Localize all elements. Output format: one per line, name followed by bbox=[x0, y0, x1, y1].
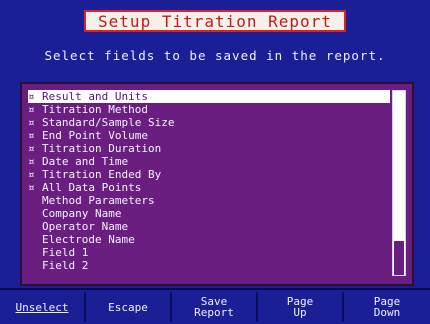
field-label: Result and Units bbox=[42, 90, 148, 103]
field-label: Electrode Name bbox=[42, 233, 135, 246]
field-label: Date and Time bbox=[42, 155, 129, 168]
scrollbar-thumb[interactable] bbox=[394, 241, 404, 275]
field-row[interactable]: ¤ Standard/Sample Size bbox=[28, 116, 390, 129]
checkmark-icon: ¤ bbox=[28, 142, 35, 155]
field-label: Titration Method bbox=[42, 103, 148, 116]
field-label: Operator Name bbox=[42, 220, 129, 233]
field-label: All Data Points bbox=[42, 181, 142, 194]
softkey-label: Unselect bbox=[15, 300, 69, 314]
field-label: End Point Volume bbox=[42, 129, 148, 142]
field-row[interactable]: Electrode Name bbox=[28, 233, 390, 246]
field-label: Field 2 bbox=[42, 259, 89, 272]
screen-title: Setup Titration Report bbox=[84, 10, 346, 32]
field-label: Titration Duration bbox=[42, 142, 162, 155]
checkmark-icon: ¤ bbox=[28, 155, 35, 168]
field-label: Company Name bbox=[42, 207, 122, 220]
checkmark-icon: ¤ bbox=[28, 116, 35, 129]
checkmark-icon: ¤ bbox=[28, 103, 35, 116]
field-row[interactable]: ¤ All Data Points bbox=[28, 181, 390, 194]
report-fields-list: ¤ Result and Units ¤ Titration Method ¤ Stand… bbox=[28, 90, 390, 272]
softkey-3[interactable]: Save Report bbox=[172, 292, 258, 322]
field-row[interactable]: Method Parameters bbox=[28, 194, 390, 207]
field-row[interactable]: ¤ Titration Duration bbox=[28, 142, 390, 155]
field-row[interactable]: Operator Name bbox=[28, 220, 390, 233]
softkey-4[interactable]: Page Up bbox=[258, 292, 344, 322]
softkey-label-line2: Down bbox=[373, 306, 401, 319]
softkey-label-line2: Up bbox=[293, 306, 307, 319]
field-row[interactable]: Field 2 bbox=[28, 259, 390, 272]
field-label: Field 1 bbox=[42, 246, 89, 259]
list-scrollbar[interactable] bbox=[392, 90, 406, 276]
field-row[interactable]: ¤ Titration Method bbox=[28, 103, 390, 116]
field-row[interactable]: Company Name bbox=[28, 207, 390, 220]
field-label: Standard/Sample Size bbox=[42, 116, 175, 129]
checkmark-icon: ¤ bbox=[28, 129, 35, 142]
field-row[interactable]: Field 1 bbox=[28, 246, 390, 259]
checkmark-icon: ¤ bbox=[28, 90, 35, 103]
softkey-label: Escape bbox=[108, 300, 148, 314]
softkey-2[interactable]: Escape bbox=[86, 292, 172, 322]
titrator-screen: Setup Titration Report Select fields to … bbox=[0, 0, 430, 324]
field-label: Titration Ended By bbox=[42, 168, 162, 181]
field-row[interactable]: ¤ End Point Volume bbox=[28, 129, 390, 142]
checkmark-icon: ¤ bbox=[28, 168, 35, 181]
field-row[interactable]: ¤ Result and Units bbox=[28, 90, 390, 103]
softkey-1[interactable]: Unselect bbox=[0, 292, 86, 322]
field-row[interactable]: ¤ Date and Time bbox=[28, 155, 390, 168]
softkey-5[interactable]: Page Down bbox=[344, 292, 430, 322]
instruction-text: Select fields to be saved in the report. bbox=[44, 48, 386, 63]
report-fields-panel: ¤ Result and Units ¤ Titration Method ¤ Stand… bbox=[20, 82, 414, 286]
field-label: Method Parameters bbox=[42, 194, 155, 207]
field-row[interactable]: ¤ Titration Ended By bbox=[28, 168, 390, 181]
checkmark-icon: ¤ bbox=[28, 181, 35, 194]
softkey-label-line2: Report bbox=[194, 306, 234, 319]
softkey-bar: Unselect Escape Save Report Page Up Page Down bbox=[0, 288, 430, 324]
